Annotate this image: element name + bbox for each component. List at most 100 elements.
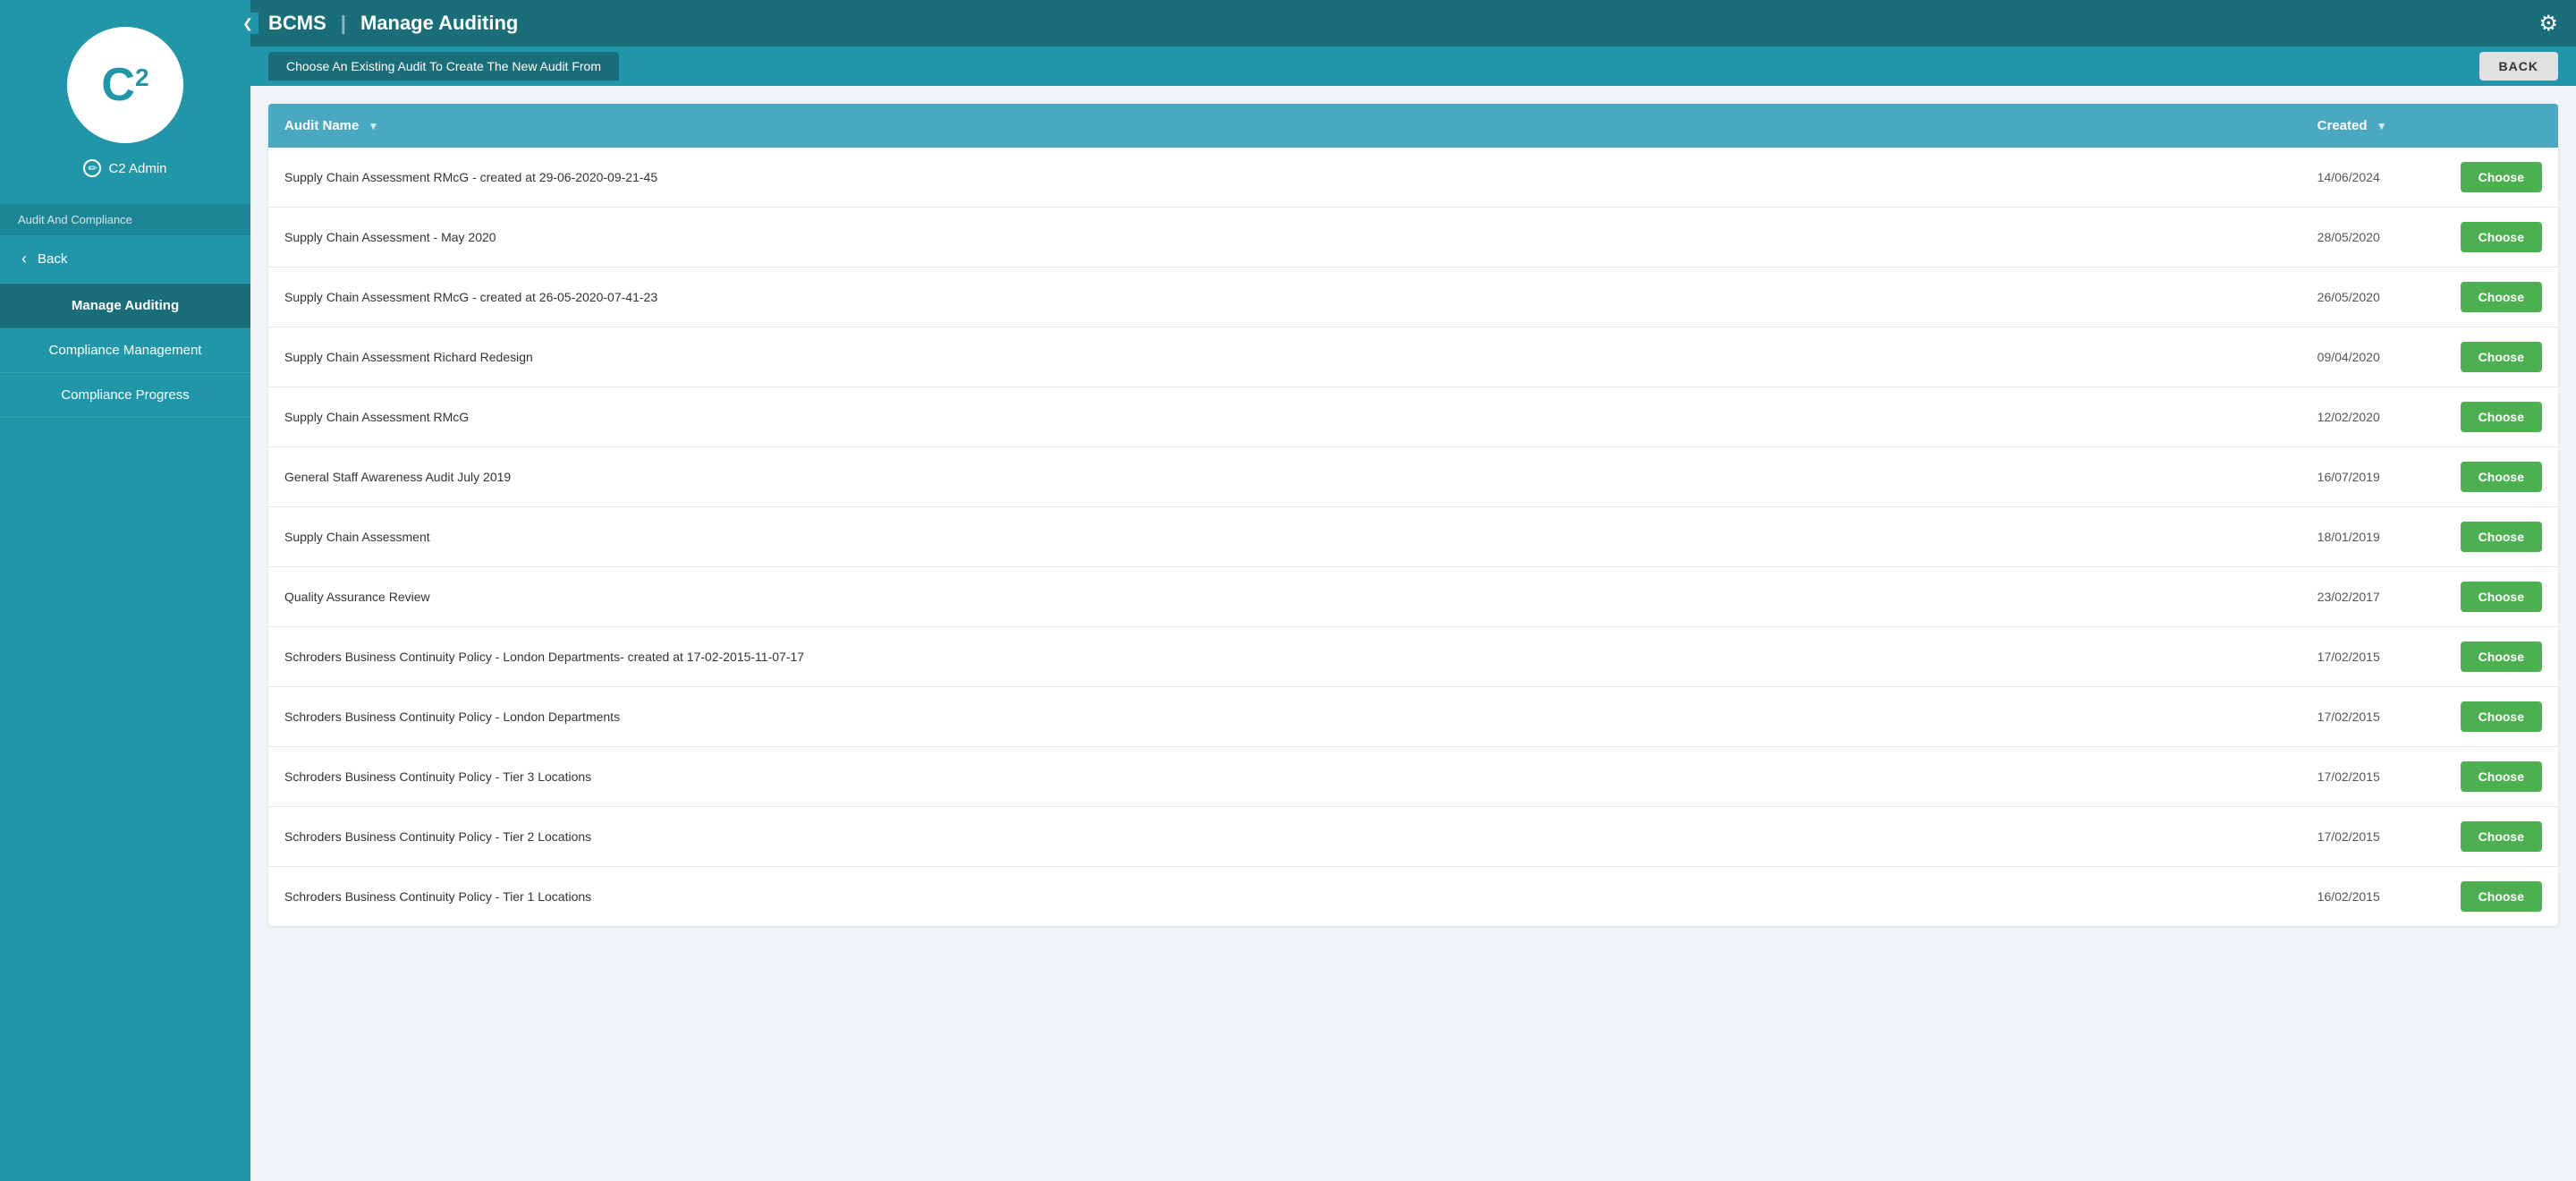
audit-name-cell: Supply Chain Assessment Richard Redesign	[268, 327, 2301, 387]
choose-button[interactable]: Choose	[2461, 342, 2542, 372]
sidebar-logo-area: C2 ✏ C2 Admin	[0, 0, 250, 204]
table-row: General Staff Awareness Audit July 20191…	[268, 447, 2558, 507]
action-cell: Choose	[2445, 687, 2558, 747]
created-date-cell: 17/02/2015	[2301, 747, 2445, 807]
sidebar-collapse-button[interactable]: ❮	[250, 13, 258, 34]
table-body: Supply Chain Assessment RMcG - created a…	[268, 148, 2558, 926]
audit-name-cell: Supply Chain Assessment RMcG - created a…	[268, 268, 2301, 327]
created-date-cell: 17/02/2015	[2301, 687, 2445, 747]
created-date-cell: 09/04/2020	[2301, 327, 2445, 387]
gear-icon[interactable]: ⚙	[2538, 11, 2558, 37]
audit-name-cell: Quality Assurance Review	[268, 567, 2301, 627]
created-date-cell: 16/07/2019	[2301, 447, 2445, 507]
action-cell: Choose	[2445, 148, 2558, 208]
choose-button[interactable]: Choose	[2461, 881, 2542, 912]
table-row: Schroders Business Continuity Policy - T…	[268, 807, 2558, 867]
audit-name-cell: Schroders Business Continuity Policy - L…	[268, 627, 2301, 687]
table-area: Audit Name ▼ Created ▼ Supply Chain Asse…	[250, 86, 2576, 1181]
created-date-cell: 14/06/2024	[2301, 148, 2445, 208]
action-cell: Choose	[2445, 268, 2558, 327]
table-row: Supply Chain Assessment RMcG - created a…	[268, 268, 2558, 327]
table-row: Supply Chain Assessment - May 202028/05/…	[268, 208, 2558, 268]
audit-name-cell: Supply Chain Assessment - May 2020	[268, 208, 2301, 268]
sidebar-item-compliance-progress[interactable]: Compliance Progress	[0, 373, 250, 418]
back-arrow-icon: ‹	[21, 250, 27, 268]
sidebar: C2 ✏ C2 Admin Audit And Compliance ‹ Bac…	[0, 0, 250, 1181]
user-info: ✏ C2 Admin	[83, 159, 166, 177]
back-button[interactable]: BACK	[2479, 52, 2558, 81]
choose-button[interactable]: Choose	[2461, 222, 2542, 252]
table-row: Schroders Business Continuity Policy - T…	[268, 867, 2558, 927]
audit-name-cell: Supply Chain Assessment RMcG - created a…	[268, 148, 2301, 208]
sidebar-section-label: Audit And Compliance	[0, 204, 250, 235]
action-cell: Choose	[2445, 387, 2558, 447]
logo-sup: 2	[135, 65, 149, 90]
main-content: ❮ BCMS | Manage Auditing ⚙ Choose An Exi…	[250, 0, 2576, 1181]
choose-button[interactable]: Choose	[2461, 761, 2542, 792]
created-date-cell: 17/02/2015	[2301, 807, 2445, 867]
sort-icon-created: ▼	[2377, 120, 2387, 132]
choose-button[interactable]: Choose	[2461, 641, 2542, 672]
page-title: Manage Auditing	[360, 12, 518, 35]
choose-button[interactable]: Choose	[2461, 821, 2542, 852]
table-row: Supply Chain Assessment18/01/2019Choose	[268, 507, 2558, 567]
action-cell: Choose	[2445, 507, 2558, 567]
brand-label: BCMS	[268, 12, 326, 35]
table-row: Schroders Business Continuity Policy - L…	[268, 687, 2558, 747]
audit-name-cell: Supply Chain Assessment	[268, 507, 2301, 567]
user-label: C2 Admin	[108, 161, 166, 176]
audit-name-cell: Schroders Business Continuity Policy - L…	[268, 687, 2301, 747]
action-cell: Choose	[2445, 867, 2558, 927]
action-cell: Choose	[2445, 807, 2558, 867]
created-date-cell: 17/02/2015	[2301, 627, 2445, 687]
table-row: Supply Chain Assessment RMcG12/02/2020 Ch…	[268, 387, 2558, 447]
logo-circle: C2	[67, 27, 183, 143]
col-action	[2445, 104, 2558, 148]
audit-name-cell: Schroders Business Continuity Policy - T…	[268, 747, 2301, 807]
header-title-area: BCMS | Manage Auditing	[268, 12, 518, 35]
sidebar-back-label: Back	[38, 251, 67, 267]
created-date-cell: 16/02/2015	[2301, 867, 2445, 927]
choose-button[interactable]: Choose	[2461, 701, 2542, 732]
table-header-row: Audit Name ▼ Created ▼	[268, 104, 2558, 148]
created-date-cell: 28/05/2020	[2301, 208, 2445, 268]
top-header: BCMS | Manage Auditing ⚙	[250, 0, 2576, 47]
title-separator: |	[341, 12, 346, 35]
col-created[interactable]: Created ▼	[2301, 104, 2445, 148]
action-cell: Choose	[2445, 747, 2558, 807]
action-cell: Choose	[2445, 627, 2558, 687]
table-row: Supply Chain Assessment Richard Redesign…	[268, 327, 2558, 387]
col-audit-name[interactable]: Audit Name ▼	[268, 104, 2301, 148]
sub-header: Choose An Existing Audit To Create The N…	[250, 47, 2576, 86]
audit-name-cell: Schroders Business Continuity Policy - T…	[268, 867, 2301, 927]
choose-button[interactable]: Choose	[2461, 402, 2542, 432]
created-date-cell: 23/02/2017	[2301, 567, 2445, 627]
user-icon: ✏	[83, 159, 101, 177]
audit-table: Audit Name ▼ Created ▼ Supply Chain Asse…	[268, 104, 2558, 926]
created-date-cell: 26/05/2020	[2301, 268, 2445, 327]
choose-button[interactable]: Choose	[2461, 522, 2542, 552]
sub-header-tab: Choose An Existing Audit To Create The N…	[268, 52, 619, 81]
sidebar-item-manage-auditing[interactable]: Manage Auditing	[0, 284, 250, 328]
choose-button[interactable]: Choose	[2461, 582, 2542, 612]
sort-icon-name: ▼	[369, 120, 379, 132]
choose-button[interactable]: Choose	[2461, 462, 2542, 492]
table-row: Quality Assurance Review23/02/2017 Choose	[268, 567, 2558, 627]
created-date-cell: 12/02/2020	[2301, 387, 2445, 447]
action-cell: Choose	[2445, 447, 2558, 507]
audit-name-cell: Supply Chain Assessment RMcG	[268, 387, 2301, 447]
table-row: Supply Chain Assessment RMcG - created a…	[268, 148, 2558, 208]
sidebar-back-button[interactable]: ‹ Back	[0, 235, 250, 284]
choose-button[interactable]: Choose	[2461, 282, 2542, 312]
logo-text: C2	[101, 62, 148, 108]
action-cell: Choose	[2445, 208, 2558, 268]
table-row: Schroders Business Continuity Policy - T…	[268, 747, 2558, 807]
action-cell: Choose	[2445, 327, 2558, 387]
audit-name-cell: General Staff Awareness Audit July 2019	[268, 447, 2301, 507]
audit-name-cell: Schroders Business Continuity Policy - T…	[268, 807, 2301, 867]
logo-c: C	[101, 62, 135, 108]
table-row: Schroders Business Continuity Policy - L…	[268, 627, 2558, 687]
sidebar-item-compliance-management[interactable]: Compliance Management	[0, 328, 250, 373]
action-cell: Choose	[2445, 567, 2558, 627]
choose-button[interactable]: Choose	[2461, 162, 2542, 192]
